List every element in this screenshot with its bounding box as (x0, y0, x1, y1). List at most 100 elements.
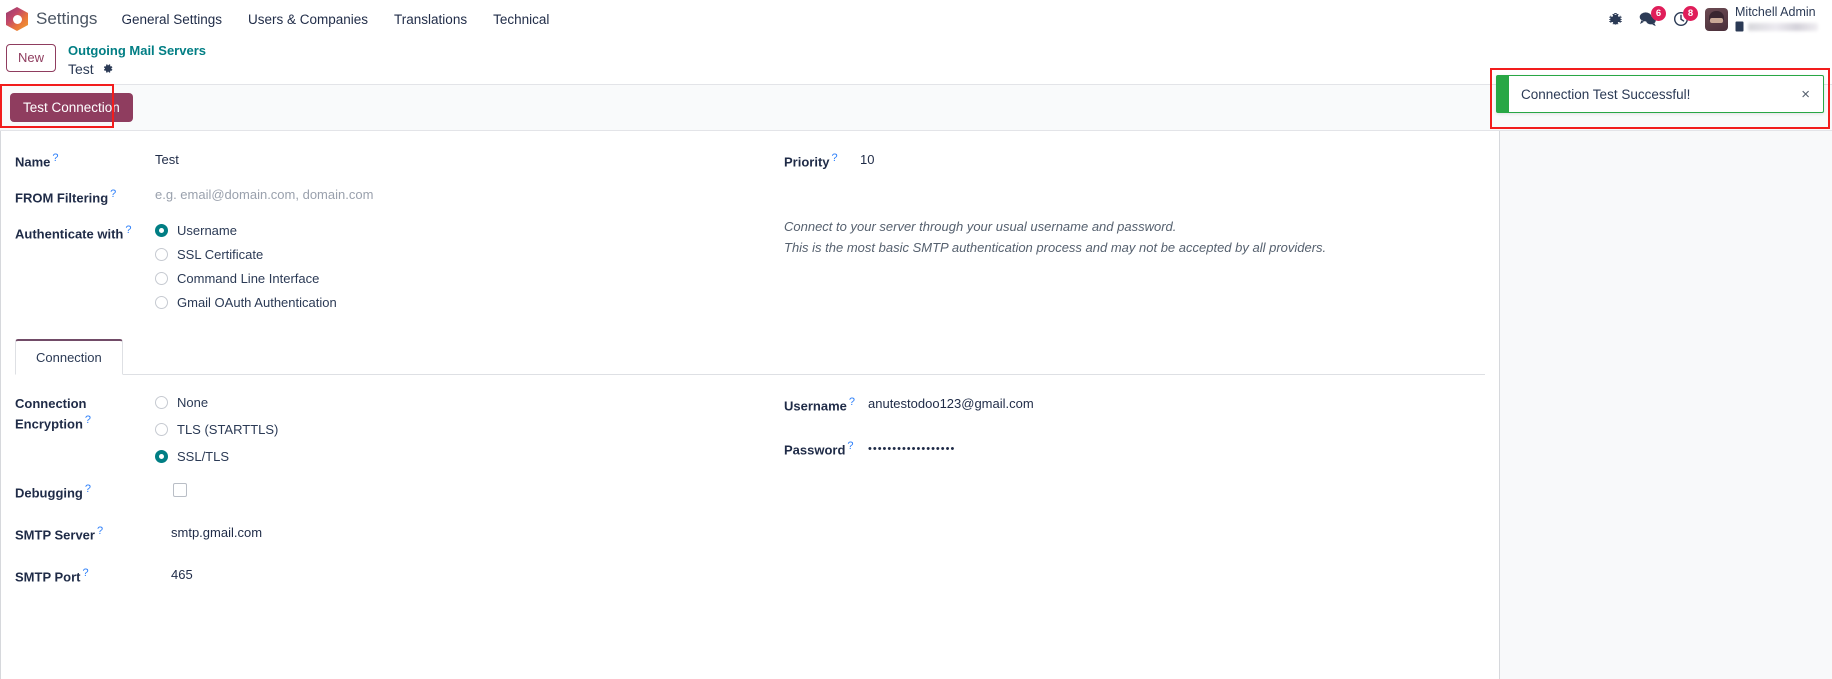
tab-panel-connection: Connection Encryption? None TLS (STARTTL… (15, 375, 1485, 600)
bug-icon[interactable] (1608, 12, 1623, 27)
menu-item-translations[interactable]: Translations (392, 8, 469, 31)
avatar (1705, 7, 1728, 31)
help-icon[interactable]: ? (849, 396, 855, 408)
radio-indicator[interactable] (155, 224, 168, 238)
radio-option-command-line-interface[interactable]: Command Line Interface (155, 271, 337, 286)
breadcrumb-current: Test (68, 60, 206, 79)
field-smtp-server: SMTP Server? smtp.gmail.com (15, 522, 784, 546)
radio-indicator[interactable] (155, 296, 168, 310)
activities-badge: 8 (1683, 6, 1698, 21)
field-name-label-text: Name (15, 154, 51, 170)
odoo-logo-icon[interactable] (6, 7, 28, 31)
radio-option-none[interactable]: None (155, 395, 278, 410)
field-username-label-text: Username (784, 398, 847, 414)
field-username-value[interactable]: anutestodoo123@gmail.com (868, 393, 1034, 413)
connection-encryption-radio-group: None TLS (STARTTLS) SSL/TLS (155, 393, 278, 464)
help-icon[interactable]: ? (110, 188, 116, 200)
document-icon (1735, 21, 1744, 32)
radio-indicator[interactable] (155, 248, 168, 262)
radio-indicator[interactable] (155, 450, 168, 464)
help-icon[interactable]: ? (125, 224, 131, 236)
field-priority-label-text: Priority (784, 154, 830, 170)
encryption-label-line-2: Encryption (15, 416, 83, 432)
field-smtp-port-label-text: SMTP Port (15, 569, 81, 585)
notebook-tabs: Connection (15, 338, 1485, 376)
radio-option-ssl-certificate[interactable]: SSL Certificate (155, 247, 337, 262)
help-icon[interactable]: ? (52, 152, 58, 164)
field-username: Username? anutestodoo123@gmail.com (784, 393, 1485, 417)
form-sheet: Name? Test FROM Filtering? e.g. email@do… (0, 131, 1500, 679)
auth-help-line-2: This is the most basic SMTP authenticati… (784, 239, 1327, 255)
user-menu[interactable]: Mitchell Admin (1705, 5, 1818, 33)
messaging-badge: 6 (1651, 6, 1666, 21)
field-debugging: Debugging? (15, 480, 784, 504)
app-name: Settings (36, 9, 98, 28)
main-menu: General Settings Users & Companies Trans… (119, 8, 551, 31)
field-priority: Priority? 10 (784, 149, 1485, 173)
help-icon[interactable]: ? (85, 414, 91, 426)
help-icon[interactable]: ? (83, 567, 89, 579)
radio-indicator[interactable] (155, 396, 168, 410)
chat-bubble-icon[interactable]: 6 (1639, 6, 1666, 27)
debugging-checkbox-wrap (155, 480, 187, 498)
field-password-value[interactable]: •••••••••••••••••• (868, 437, 955, 457)
test-connection-button[interactable]: Test Connection (10, 93, 133, 123)
tab-connection[interactable]: Connection (15, 339, 123, 376)
field-from-filtering: FROM Filtering? e.g. email@domain.com, d… (15, 185, 784, 209)
radio-label: None (177, 395, 209, 411)
radio-label: SSL/TLS (177, 449, 230, 465)
radio-label: Gmail OAuth Authentication (177, 295, 337, 311)
field-password: Password? •••••••••••••••••• (784, 437, 1485, 461)
field-connection-encryption: Connection Encryption? None TLS (STARTTL… (15, 393, 784, 464)
form-top-grid: Name? Test FROM Filtering? e.g. email@do… (1, 149, 1499, 322)
field-smtp-port-label: SMTP Port? (15, 564, 155, 586)
field-smtp-server-value[interactable]: smtp.gmail.com (155, 522, 262, 542)
auth-help-line-1: Connect to your server through your usua… (784, 219, 1177, 235)
breadcrumb-parent-link[interactable]: Outgoing Mail Servers (68, 42, 206, 60)
field-name-label: Name? (15, 149, 155, 171)
close-icon[interactable]: × (1795, 76, 1823, 112)
gear-icon[interactable] (101, 62, 114, 75)
radio-label: SSL Certificate (177, 247, 264, 263)
field-from-filtering-label: FROM Filtering? (15, 185, 155, 207)
breadcrumb: Outgoing Mail Servers Test (68, 42, 206, 78)
help-icon[interactable]: ? (847, 440, 853, 452)
encryption-label-line-2-wrap: Encryption? (15, 413, 155, 433)
connection-right-column: Username? anutestodoo123@gmail.com Passw… (784, 393, 1485, 600)
radio-indicator[interactable] (155, 423, 168, 437)
radio-option-tls-starttls[interactable]: TLS (STARTTLS) (155, 422, 278, 437)
radio-option-username[interactable]: Username (155, 223, 337, 238)
field-priority-value[interactable]: 10 (860, 149, 874, 169)
breadcrumb-current-label: Test (68, 60, 94, 77)
radio-indicator[interactable] (155, 272, 168, 286)
field-from-filtering-input[interactable]: e.g. email@domain.com, domain.com (155, 185, 373, 202)
toast-message: Connection Test Successful! (1521, 86, 1691, 102)
encryption-label-line-1: Connection (15, 396, 87, 412)
help-icon[interactable]: ? (832, 152, 838, 164)
field-password-label-text: Password (784, 442, 846, 458)
authenticate-with-radio-group: Username SSL Certificate Command Line In… (155, 221, 337, 310)
help-icon[interactable]: ? (85, 483, 91, 495)
navbar-right-tools: 6 8 Mitchell Admin (1608, 5, 1822, 33)
field-connection-encryption-label: Connection Encryption? (15, 393, 155, 432)
radio-label: TLS (STARTTLS) (177, 422, 279, 438)
radio-option-ssl-tls[interactable]: SSL/TLS (155, 449, 278, 464)
radio-option-gmail-oauth[interactable]: Gmail OAuth Authentication (155, 295, 337, 310)
field-name-value[interactable]: Test (155, 149, 179, 169)
radio-label: Username (177, 223, 237, 239)
new-button[interactable]: New (6, 44, 57, 72)
field-from-filtering-label-text: FROM Filtering (15, 190, 109, 206)
field-authenticate-with-label: Authenticate with? (15, 221, 155, 243)
menu-item-users-companies[interactable]: Users & Companies (246, 8, 370, 31)
debugging-checkbox[interactable] (173, 483, 187, 498)
menu-item-general-settings[interactable]: General Settings (119, 8, 224, 31)
field-authenticate-with: Authenticate with? Username SSL Certific… (15, 221, 784, 310)
field-smtp-port-value[interactable]: 465 (155, 564, 193, 584)
connection-left-column: Connection Encryption? None TLS (STARTTL… (15, 393, 784, 600)
toast-success-bar (1497, 76, 1509, 112)
clock-icon[interactable]: 8 (1673, 6, 1698, 27)
notebook: Connection Connection Encryption? None T… (1, 338, 1499, 600)
field-smtp-port: SMTP Port? 465 (15, 564, 784, 588)
menu-item-technical[interactable]: Technical (491, 8, 551, 31)
help-icon[interactable]: ? (97, 525, 103, 537)
